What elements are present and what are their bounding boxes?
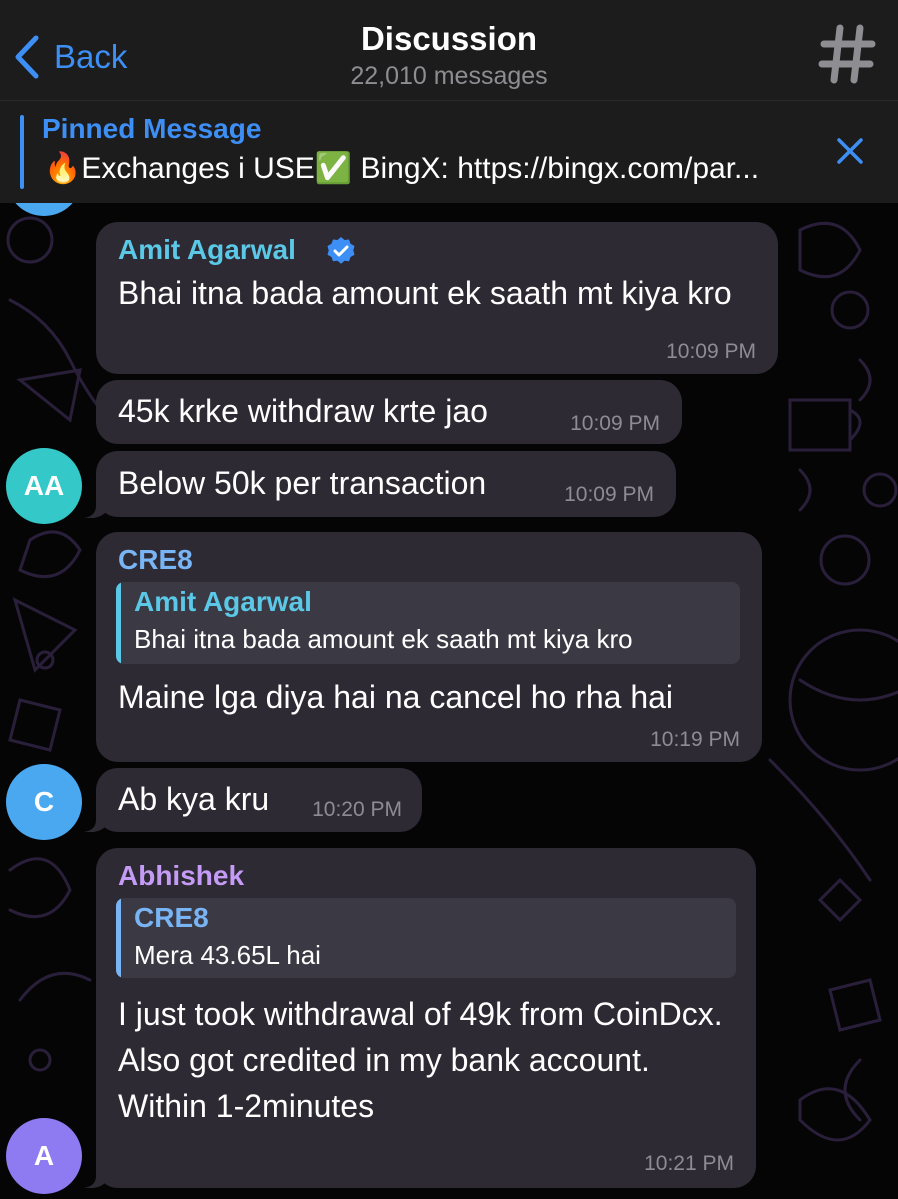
reply-text: Bhai itna bada amount ek saath mt kiya k… bbox=[134, 624, 633, 654]
bubble-tail bbox=[84, 492, 108, 518]
hashtag-icon[interactable] bbox=[818, 22, 876, 86]
nav-header: Back Discussion 22,010 messages bbox=[0, 0, 898, 101]
message-bubble[interactable]: Ab kya kru 10:20 PM bbox=[96, 768, 422, 832]
message-text: Bhai itna bada amount ek saath mt kiya k… bbox=[118, 275, 732, 311]
pinned-indicator bbox=[20, 115, 24, 189]
bubble-tail bbox=[84, 1162, 108, 1188]
message-bubble[interactable]: CRE8 Amit Agarwal Bhai itna bada amount … bbox=[96, 532, 762, 762]
sender-name[interactable]: CRE8 bbox=[118, 544, 193, 576]
reply-bar bbox=[116, 582, 121, 664]
avatar-c[interactable]: C bbox=[6, 764, 82, 840]
message-time: 10:21 PM bbox=[644, 1152, 734, 1175]
message-text: 45k krke withdraw krte jao bbox=[118, 393, 488, 429]
verified-badge-icon bbox=[327, 237, 355, 264]
avatar-a[interactable]: A bbox=[6, 1118, 82, 1194]
sender-name[interactable]: Amit Agarwal bbox=[118, 234, 296, 266]
message-bubble[interactable]: Amit Agarwal Bhai itna bada amount ek sa… bbox=[96, 222, 778, 374]
message-text: Ab kya kru bbox=[118, 781, 270, 817]
reply-sender: Amit Agarwal bbox=[134, 586, 312, 617]
message-bubble[interactable]: Below 50k per transaction 10:09 PM bbox=[96, 451, 676, 517]
message-time: 10:09 PM bbox=[666, 340, 756, 363]
reply-text: Mera 43.65L hai bbox=[134, 940, 321, 970]
pinned-message-bar[interactable]: Pinned Message 🔥Exchanges i USE✅ BingX: … bbox=[0, 101, 898, 203]
close-icon[interactable] bbox=[834, 135, 866, 167]
message-bubble[interactable]: Abhishek CRE8 Mera 43.65L hai I just too… bbox=[96, 848, 756, 1188]
bubble-tail bbox=[84, 806, 108, 832]
avatar-aa[interactable]: AA bbox=[6, 448, 82, 524]
message-time: 10:09 PM bbox=[564, 483, 654, 506]
chat-title[interactable]: Discussion bbox=[0, 20, 898, 58]
message-text: I just took withdrawal of 49k from CoinD… bbox=[118, 996, 723, 1124]
pinned-title: Pinned Message bbox=[42, 113, 262, 144]
reply-preview[interactable]: Amit Agarwal Bhai itna bada amount ek sa… bbox=[116, 582, 740, 664]
reply-sender: CRE8 bbox=[134, 902, 209, 933]
pinned-text: 🔥Exchanges i USE✅ BingX: https://bingx.c… bbox=[44, 152, 760, 185]
reply-preview[interactable]: CRE8 Mera 43.65L hai bbox=[116, 898, 736, 978]
reply-bar bbox=[116, 898, 121, 978]
message-time: 10:09 PM bbox=[570, 412, 660, 435]
message-bubble[interactable]: 45k krke withdraw krte jao 10:09 PM bbox=[96, 380, 682, 444]
message-time: 10:20 PM bbox=[312, 798, 402, 821]
message-text: Maine lga diya hai na cancel ho rha hai bbox=[118, 679, 674, 715]
message-time: 10:19 PM bbox=[650, 728, 740, 751]
message-text: Below 50k per transaction bbox=[118, 465, 487, 501]
sender-name[interactable]: Abhishek bbox=[118, 860, 244, 892]
message-count: 22,010 messages bbox=[350, 62, 548, 90]
